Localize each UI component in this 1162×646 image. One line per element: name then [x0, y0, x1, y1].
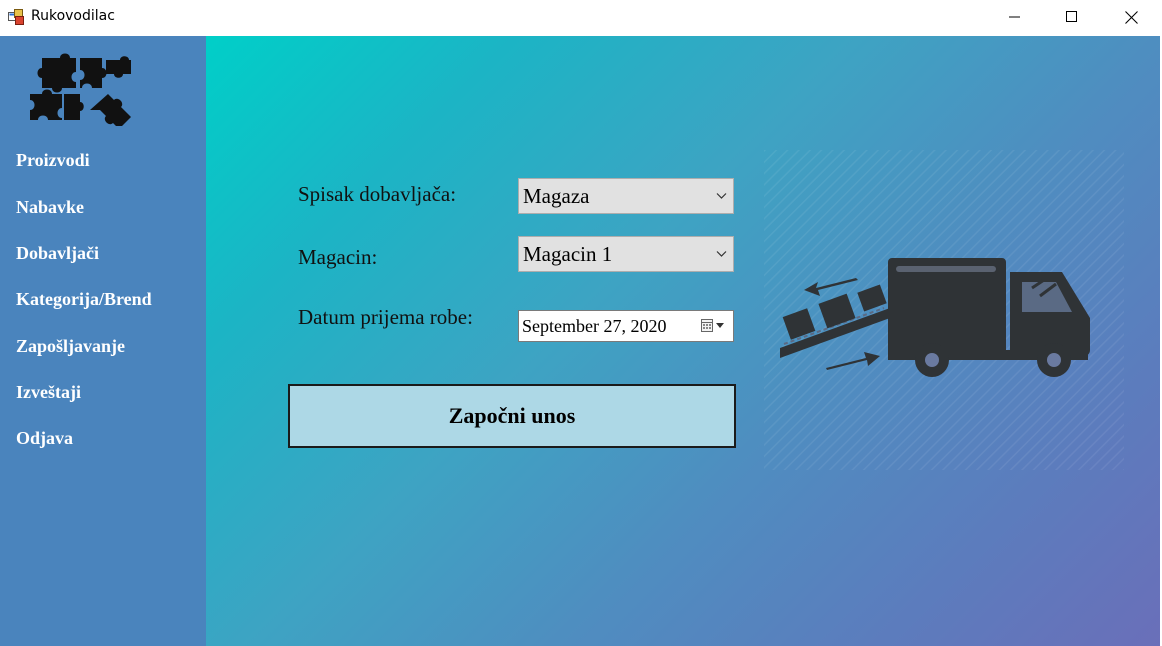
puzzle-logo — [30, 53, 131, 126]
supplier-select-value: Magaza — [523, 184, 590, 208]
close-icon — [1124, 10, 1138, 24]
chevron-down-icon — [716, 193, 727, 199]
delivery-truck-icon — [764, 150, 1124, 470]
date-label: Datum prijema robe: — [298, 305, 473, 329]
close-button[interactable] — [1108, 0, 1154, 34]
sidebar-item-kategorija-brend[interactable]: Kategorija/Brend — [16, 289, 152, 310]
sidebar-item-odjava[interactable]: Odjava — [16, 428, 73, 449]
start-entry-button[interactable]: Započni unos — [288, 384, 736, 448]
sidebar-item-izvestaji[interactable]: Izveštaji — [16, 382, 81, 403]
maximize-button[interactable] — [1049, 0, 1095, 34]
minimize-button[interactable] — [992, 0, 1038, 34]
maximize-icon — [1066, 11, 1077, 22]
window-title: Rukovodilac — [31, 8, 115, 24]
title-bar: Rukovodilac — [0, 0, 1162, 36]
calendar-dropdown-icon[interactable] — [701, 319, 727, 333]
supplier-select[interactable]: Magaza — [518, 178, 734, 214]
warehouse-select-value: Magacin 1 — [523, 242, 613, 266]
minimize-icon — [1009, 16, 1020, 18]
receipt-date-picker[interactable]: September 27, 2020 — [518, 310, 734, 342]
receipt-date-value: September 27, 2020 — [522, 316, 667, 336]
warehouse-select[interactable]: Magacin 1 — [518, 236, 734, 272]
warehouse-label: Magacin: — [298, 245, 378, 269]
chevron-down-icon — [716, 251, 727, 257]
sidebar-item-zaposljavanje[interactable]: Zapošljavanje — [16, 336, 125, 357]
sidebar-item-dobavljaci[interactable]: Dobavljači — [16, 243, 99, 264]
sidebar-item-proizvodi[interactable]: Proizvodi — [16, 150, 90, 171]
supplier-label: Spisak dobavljača: — [298, 182, 457, 206]
app-window-icon — [8, 9, 24, 25]
sidebar: Proizvodi Nabavke Dobavljači Kategorija/… — [0, 36, 206, 646]
sidebar-item-nabavke[interactable]: Nabavke — [16, 197, 84, 218]
